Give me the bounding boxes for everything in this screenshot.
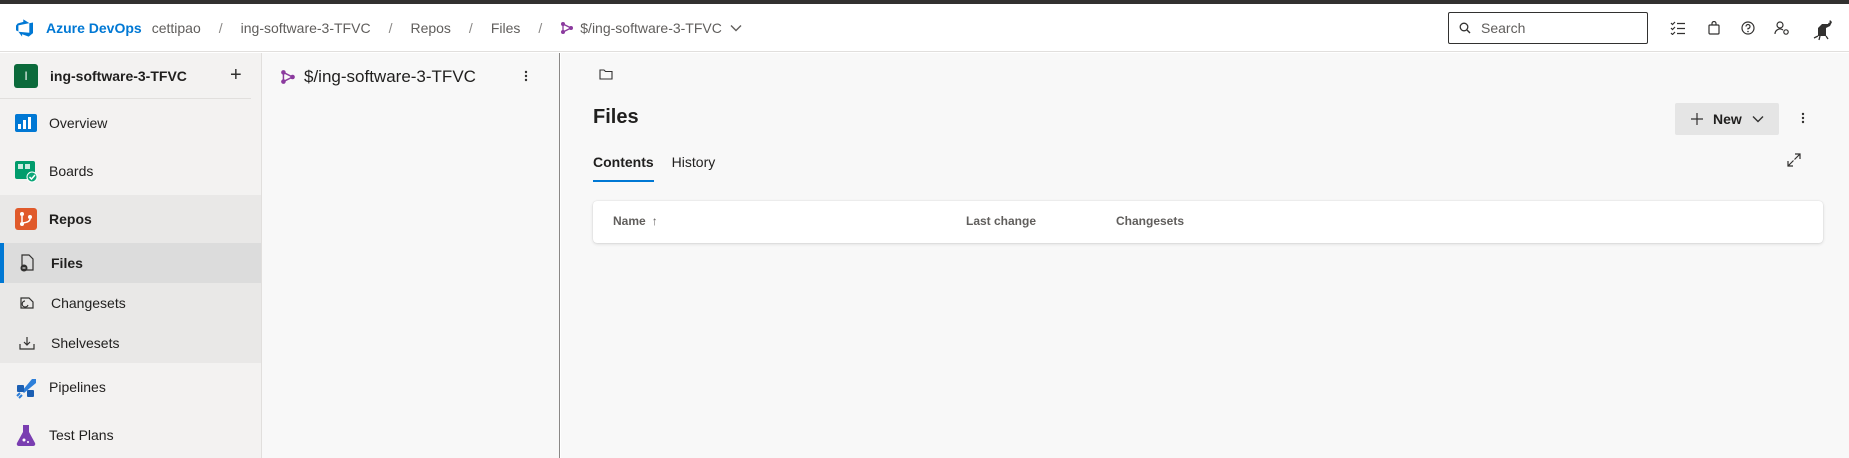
files-table: Name ↑ Last change Changesets xyxy=(593,201,1823,243)
add-icon[interactable]: + xyxy=(230,64,242,87)
column-header-changesets[interactable]: Changesets xyxy=(1116,214,1184,228)
tfvc-repo-icon xyxy=(281,70,295,84)
breadcrumb-org[interactable]: cettipao xyxy=(152,20,201,36)
overview-icon xyxy=(14,111,38,135)
nav-subitem-shelvesets[interactable]: Shelvesets xyxy=(0,323,261,363)
column-header-name[interactable]: Name ↑ xyxy=(613,214,658,228)
help-icon[interactable] xyxy=(1740,20,1756,36)
nav-item-label: Pipelines xyxy=(49,379,106,395)
boards-icon xyxy=(14,159,38,183)
nav-item-pipelines[interactable]: Pipelines xyxy=(0,363,261,411)
nav-item-label: Boards xyxy=(49,163,94,179)
breadcrumb-separator: / xyxy=(218,19,223,36)
folder-icon[interactable] xyxy=(599,67,613,83)
breadcrumb-project[interactable]: ing-software-3-TFVC xyxy=(241,20,371,36)
nav-subitem-label: Files xyxy=(51,255,83,271)
marketplace-bag-icon[interactable] xyxy=(1706,20,1722,36)
repos-icon xyxy=(14,207,38,231)
nav-item-label: Test Plans xyxy=(49,427,114,443)
nav-item-boards[interactable]: Boards xyxy=(0,147,261,195)
more-options-icon[interactable] xyxy=(1801,111,1805,128)
content-tabs: Contents History xyxy=(593,151,733,187)
new-button[interactable]: New xyxy=(1675,103,1779,135)
plus-icon xyxy=(1691,113,1703,125)
project-avatar[interactable]: I xyxy=(14,63,38,88)
nav-item-label: Overview xyxy=(49,115,108,131)
source-tree-pane: $/ing-software-3-TFVC xyxy=(262,53,560,458)
nav-subitem-changesets[interactable]: Changesets xyxy=(0,283,261,323)
top-bar: Azure DevOps cettipao / ing-software-3-T… xyxy=(0,4,1849,52)
project-name[interactable]: ing-software-3-TFVC xyxy=(50,68,230,84)
sort-ascending-icon: ↑ xyxy=(651,214,658,228)
column-header-last-change[interactable]: Last change xyxy=(966,214,1036,228)
breadcrumb-files[interactable]: Files xyxy=(491,20,521,36)
azure-devops-logo-icon xyxy=(16,18,33,37)
chevron-down-icon xyxy=(1752,116,1764,123)
breadcrumb-repos[interactable]: Repos xyxy=(410,20,450,36)
nav-item-repos[interactable]: Repos xyxy=(0,195,261,243)
tree-root-item[interactable]: $/ing-software-3-TFVC xyxy=(280,67,476,87)
nav-subitem-label: Shelvesets xyxy=(51,335,120,351)
test-plans-icon xyxy=(14,423,38,447)
fullscreen-expand-icon[interactable] xyxy=(1787,153,1801,170)
nav-subitem-label: Changesets xyxy=(51,295,126,311)
shelvesets-icon xyxy=(18,334,36,352)
breadcrumb-separator: / xyxy=(388,19,393,36)
tree-root-label: $/ing-software-3-TFVC xyxy=(304,67,476,86)
search-icon xyxy=(1459,22,1471,34)
nav-item-label: Repos xyxy=(49,211,92,227)
column-header-label: Name xyxy=(613,214,646,228)
files-icon xyxy=(18,254,36,272)
pipelines-icon xyxy=(14,375,38,399)
nav-subitem-files[interactable]: Files xyxy=(0,243,261,283)
new-button-label: New xyxy=(1713,111,1742,127)
breadcrumb-separator: / xyxy=(538,19,543,36)
page-title: Files xyxy=(593,106,639,128)
tab-history[interactable]: History xyxy=(672,151,716,187)
user-settings-icon[interactable] xyxy=(1774,20,1790,36)
work-items-icon[interactable] xyxy=(1670,20,1686,36)
project-header: I ing-software-3-TFVC + xyxy=(0,53,251,99)
nav-item-overview[interactable]: Overview xyxy=(0,99,261,147)
changesets-icon xyxy=(18,294,36,312)
left-navigation: I ing-software-3-TFVC + Overview Boards … xyxy=(0,53,262,458)
search-input[interactable] xyxy=(1481,20,1631,36)
main-content: Files New Contents History Name ↑ Last c… xyxy=(561,53,1849,458)
repo-selector[interactable]: $/ing-software-3-TFVC xyxy=(560,20,748,36)
brand-name: Azure DevOps xyxy=(46,19,142,36)
breadcrumb-separator: / xyxy=(468,19,473,36)
more-options-icon[interactable] xyxy=(524,69,528,86)
tab-contents[interactable]: Contents xyxy=(593,151,654,187)
chevron-down-icon xyxy=(730,24,742,31)
repo-selector-label: $/ing-software-3-TFVC xyxy=(580,19,722,36)
tfvc-repo-icon xyxy=(561,21,574,34)
azure-devops-home-link[interactable]: Azure DevOps xyxy=(14,17,142,39)
avatar[interactable] xyxy=(1808,14,1836,42)
nav-item-test-plans[interactable]: Test Plans xyxy=(0,411,261,458)
search-box[interactable] xyxy=(1448,12,1648,44)
